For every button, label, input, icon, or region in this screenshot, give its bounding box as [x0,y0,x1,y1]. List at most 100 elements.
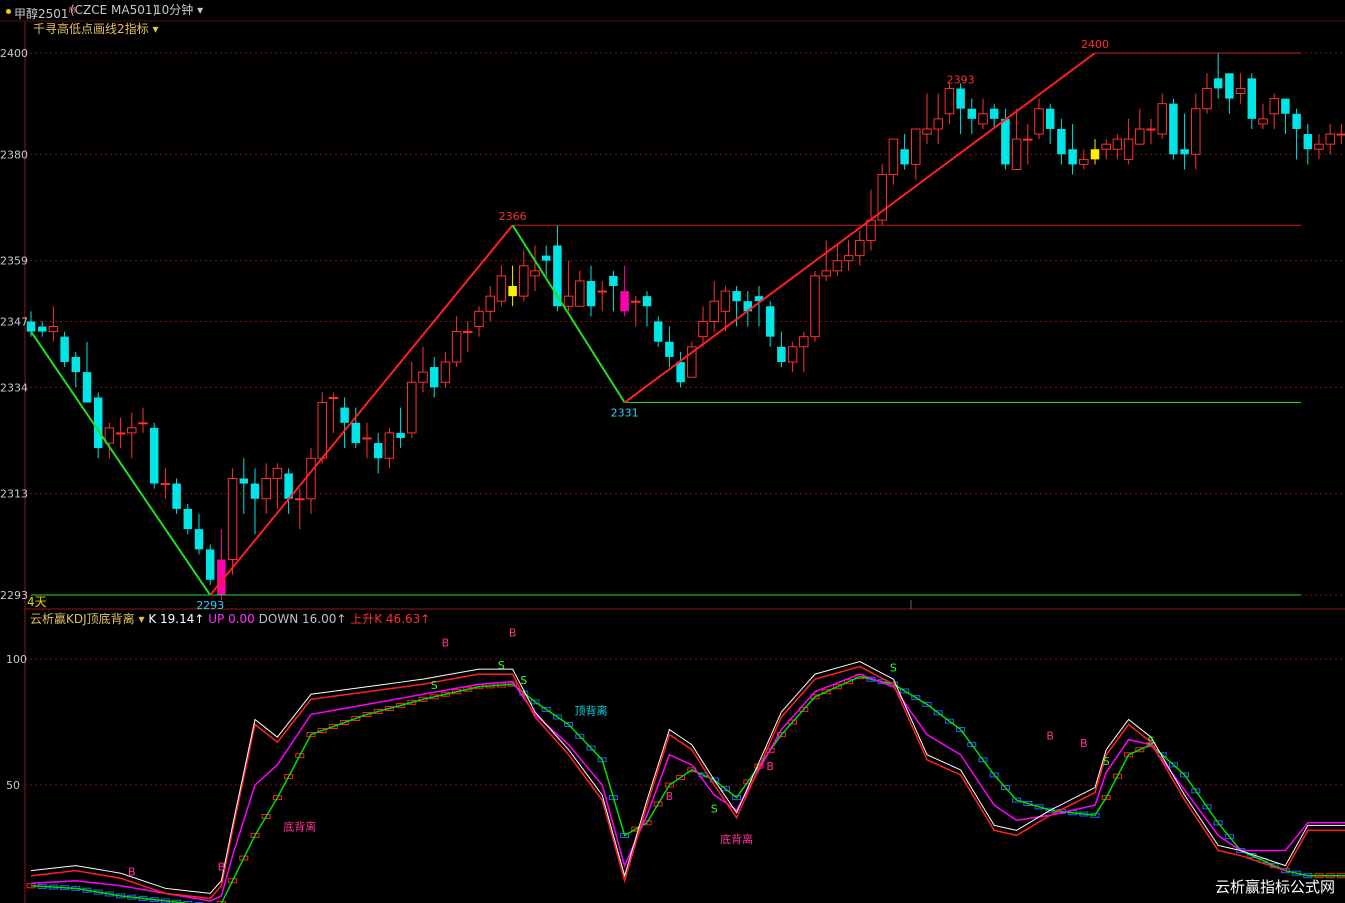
candle-body [508,286,517,297]
signal-marker: B [766,760,774,773]
candle-body [227,477,238,561]
candle-body [563,295,574,307]
candle-body [989,108,999,119]
candle [687,341,697,378]
candle-body [60,336,69,362]
candle [138,407,148,433]
candle-body [1157,103,1167,135]
candle-body [832,260,843,272]
candle-body [642,296,652,307]
candle [888,138,899,185]
price-chart[interactable]: 2400 2380 2359 2347 2334 2313 2293 100 50 2293 23… [0,0,1345,903]
signal-marker: S [890,662,897,675]
candle [418,346,428,393]
candle [306,448,316,514]
candle-body [911,128,921,165]
pivot-label: 2366 [499,210,527,223]
candle-body [362,437,372,440]
divergence-label: 顶背离 [575,703,608,717]
candle-body [396,432,405,438]
candle-body [1180,149,1189,155]
candle-body [1336,133,1345,136]
candle [1034,98,1044,140]
candle-body [676,361,685,383]
candle-body [373,443,383,459]
candle-body [1292,113,1301,129]
candle-body [1191,108,1201,155]
kdj-tick-label: 50 [6,779,20,792]
signal-marker: S [520,674,527,687]
candle-body [1101,143,1111,150]
candle-body [261,477,271,500]
pivot-label: 2400 [1081,38,1109,51]
candle [48,306,59,342]
candle [362,422,372,459]
candle [1090,139,1100,165]
candle-body [340,407,349,423]
candle-body [720,290,731,312]
candle [877,164,887,226]
candle-body [295,498,305,501]
y-axes: 2400 2380 2359 2347 2334 2313 2293 100 50 [0,47,28,792]
candle-body [239,478,249,484]
candle [1068,123,1077,175]
candle-body [900,149,909,165]
signal-marker: S [711,803,718,816]
signal-marker: B [1080,737,1088,750]
candle-body [1169,103,1178,155]
candle [183,503,193,535]
candle-body [1068,149,1077,165]
candle [1191,93,1201,170]
candle [1235,73,1246,104]
candle [250,468,260,535]
candle-body [1314,143,1324,150]
candle-body [765,306,775,337]
candle [832,245,843,276]
candle [978,98,988,129]
kdj-j-line [30,673,1345,902]
chart-grid [0,20,1345,903]
candle-body [48,326,59,333]
candle [149,422,159,489]
candle-body [205,549,215,580]
candle-body [194,529,204,550]
signal-marker: S [1148,735,1155,748]
candle-body [407,381,417,434]
candle [1157,93,1167,140]
price-tick-label: 2359 [0,255,28,268]
candle-body [1225,73,1234,99]
candle-body [967,108,977,119]
candle-body [1045,108,1055,129]
candle-body [519,265,529,297]
candle [709,280,719,332]
candle-body [810,275,820,338]
candle-body [138,422,148,425]
candle [1314,134,1324,160]
candle [843,240,854,271]
signal-marker: B [128,866,136,879]
candle [653,316,663,347]
candle [553,225,562,312]
candle-body [777,346,786,362]
candle-body [172,483,181,509]
candle-body [1123,138,1134,160]
candle [1325,123,1335,155]
candle-body [799,336,809,348]
candle-body [1235,87,1246,95]
candle [1079,149,1089,170]
candle [575,270,585,307]
candle [451,316,462,368]
candle [284,468,293,514]
candle [194,513,204,555]
candle [440,351,451,388]
candle-body [26,321,36,332]
candle [1303,123,1313,165]
candle-body [115,432,126,435]
candle [676,351,685,388]
candle [1057,118,1066,165]
candle [239,458,249,514]
zigzag-segment [624,52,1096,404]
candle-body [575,280,585,307]
candle [328,392,339,433]
candle-body [1281,98,1290,114]
